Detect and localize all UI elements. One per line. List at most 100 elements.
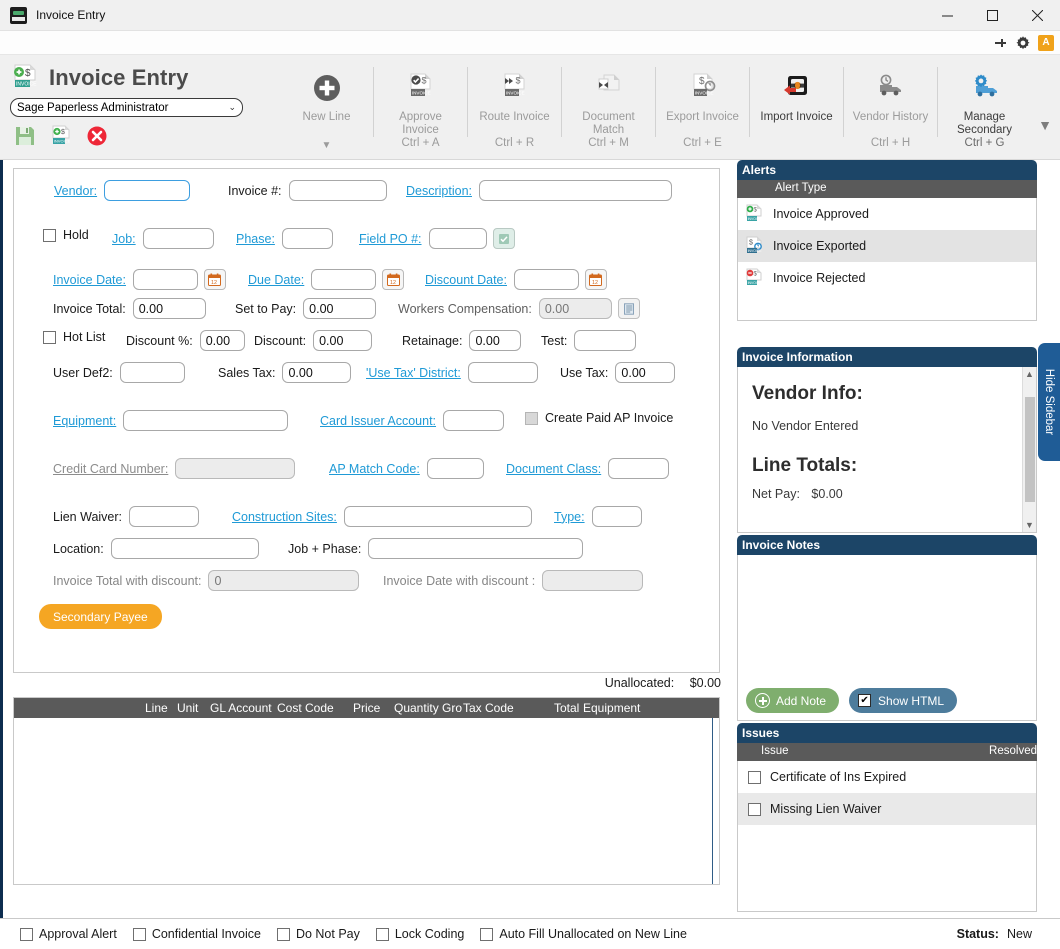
approval-alert-checkbox[interactable] [20,927,33,941]
lien-waiver-input[interactable] [129,506,200,527]
equipment-label[interactable]: Equipment: [53,414,116,428]
use-tax-input[interactable] [615,362,676,383]
invoice-number-input[interactable] [288,180,387,201]
job-label[interactable]: Job: [112,232,136,246]
alerts-column-header-label[interactable]: Alert Type [775,182,827,194]
scroll-up-icon[interactable]: ▲ [1023,367,1036,381]
due-date-label[interactable]: Due Date: [248,273,304,287]
lock-coding-checkbox-group[interactable]: Lock Coding [375,927,464,941]
due-date-input[interactable] [311,269,377,290]
card-issuer-account-input[interactable] [443,410,505,431]
invoice-date-input[interactable] [132,269,198,290]
column-header-tax-code[interactable]: Tax Code [463,701,514,715]
show-html-checkbox[interactable]: ✔ [858,694,872,707]
invoice-notes-body[interactable]: Add Note ✔ Show HTML [737,555,1037,721]
document-class-input[interactable] [608,458,670,479]
create-paid-ap-group[interactable]: Create Paid AP Invoice [525,411,673,425]
user-select[interactable]: Sage Paperless Administrator ⌄ [10,98,243,117]
ribbon-button-route-invoice[interactable]: $ INVOICE Route Invoice Ctrl + R [468,59,561,155]
discount-date-input[interactable] [513,269,579,290]
ap-match-code-label[interactable]: AP Match Code: [329,462,420,476]
admin-badge[interactable]: A [1038,34,1054,51]
phase-label[interactable]: Phase: [236,232,275,246]
column-header-unit[interactable]: Unit [177,701,198,715]
due-date-calendar-button[interactable]: 12 [382,269,405,290]
invoice-information-scrollbar[interactable]: ▲ ▼ [1022,367,1036,532]
job-phase-input[interactable] [368,538,584,559]
equipment-input[interactable] [123,410,289,431]
ribbon-button-import-invoice[interactable]: Import Invoice [750,59,843,155]
field-po-label[interactable]: Field PO #: [359,232,422,246]
ribbon-button-manage-secondary[interactable]: Manage Secondary Ctrl + G [938,59,1031,155]
vendor-label[interactable]: Vendor: [54,184,97,198]
confidential-invoice-checkbox-group[interactable]: Confidential Invoice [132,927,261,941]
scroll-down-icon[interactable]: ▼ [1023,518,1036,532]
minimize-button[interactable] [925,0,970,31]
line-items-grid-body[interactable] [14,718,719,884]
hot-list-checkbox[interactable] [43,330,56,344]
column-header-equipment[interactable]: Equipment [583,701,640,715]
maximize-button[interactable] [970,0,1015,31]
approval-alert-checkbox-group[interactable]: Approval Alert [20,927,117,941]
delete-icon[interactable] [86,125,108,147]
invoice-date-label[interactable]: Invoice Date: [53,273,126,287]
confidential-invoice-checkbox[interactable] [132,927,146,941]
save-new-invoice-icon[interactable]: $ INVOICE [50,125,72,147]
discount-pct-input[interactable] [199,330,245,351]
issues-column-header-issue[interactable]: Issue [761,745,789,757]
column-header-gl-account[interactable]: GL Account [210,701,272,715]
column-header-cost-code[interactable]: Cost Code [277,701,334,715]
gear-icon[interactable] [1015,35,1031,51]
hold-checkbox[interactable] [43,228,56,242]
test-input[interactable] [574,330,637,351]
column-header-quantity[interactable]: Quantity [394,701,439,715]
ribbon-expander-caret-icon[interactable]: ▼ [1038,117,1052,133]
column-header-total[interactable]: Total [554,701,579,715]
ap-match-code-input[interactable] [426,458,484,479]
use-tax-district-input[interactable] [467,362,538,383]
auto-fill-unallocated-checkbox-group[interactable]: Auto Fill Unallocated on New Line [480,927,687,941]
column-header-line[interactable]: Line [145,701,168,715]
ribbon-button-document-match[interactable]: Document Match Ctrl + M [562,59,655,155]
user-def2-input[interactable] [119,362,185,383]
scrollbar-thumb[interactable] [1025,397,1035,502]
discount-date-label[interactable]: Discount Date: [425,273,507,287]
ribbon-button-approve-invoice[interactable]: $ INVOICE Approve Invoice Ctrl + A [374,59,467,155]
description-label[interactable]: Description: [406,184,472,198]
secondary-payee-button[interactable]: Secondary Payee [39,604,162,629]
column-header-price[interactable]: Price [353,701,380,715]
chevron-down-icon[interactable]: ▼ [280,140,373,151]
discount-input[interactable] [313,330,373,351]
issue-resolved-checkbox[interactable] [748,802,761,816]
type-label[interactable]: Type: [554,510,585,524]
issues-column-header-resolved[interactable]: Resolved [989,745,1037,757]
hide-sidebar-tab[interactable]: Hide Sidebar [1038,343,1060,461]
workers-comp-detail-button[interactable] [617,298,640,319]
type-input[interactable] [591,506,642,527]
hot-list-checkbox-group[interactable]: Hot List [43,330,105,344]
vendor-input[interactable] [104,180,191,201]
phase-input[interactable] [281,228,333,249]
add-note-button[interactable]: Add Note [746,688,840,713]
invoice-date-calendar-button[interactable]: 12 [203,269,226,290]
ribbon-button-export-invoice[interactable]: $ INVOICE Export Invoice Ctrl + E [656,59,749,155]
sales-tax-input[interactable] [282,362,352,383]
ribbon-button-vendor-history[interactable]: Vendor History Ctrl + H [844,59,937,155]
alert-row-invoice-exported[interactable]: $ INVOICE Invoice Exported [738,230,1036,262]
issue-row-missing-lien-waiver[interactable]: Missing Lien Waiver [738,793,1036,825]
set-to-pay-input[interactable] [303,298,377,319]
pin-icon[interactable] [992,35,1008,51]
discount-date-calendar-button[interactable]: 12 [584,269,607,290]
lock-coding-checkbox[interactable] [375,927,389,941]
alert-row-invoice-rejected[interactable]: $ INVOICE Invoice Rejected [738,262,1036,294]
alert-row-invoice-approved[interactable]: $ INVOICE Invoice Approved [738,198,1036,230]
hold-checkbox-group[interactable]: Hold [43,228,89,242]
close-button[interactable] [1015,0,1060,31]
card-issuer-account-label[interactable]: Card Issuer Account: [320,414,436,428]
document-class-label[interactable]: Document Class: [506,462,601,476]
save-icon[interactable] [14,125,36,147]
retainage-input[interactable] [469,330,522,351]
invoice-total-input[interactable] [132,298,206,319]
ribbon-button-new-line[interactable]: New Line ▼ [280,59,373,155]
issue-row-certificate-of-ins-expired[interactable]: Certificate of Ins Expired [738,761,1036,793]
